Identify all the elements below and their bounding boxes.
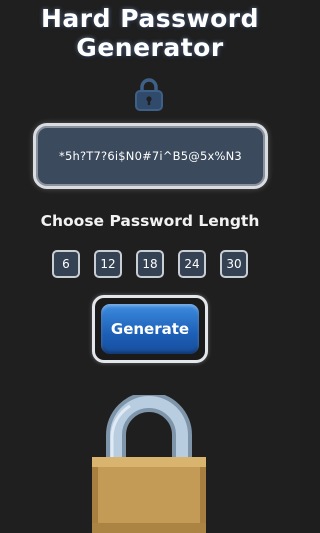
generate-button-frame: Generate (92, 295, 208, 363)
password-display[interactable]: *5h?T7?6i$N0#7i^B5@5x%N3 (33, 123, 268, 189)
length-option-30[interactable]: 30 (220, 250, 248, 278)
generated-password[interactable]: *5h?T7?6i$N0#7i^B5@5x%N3 (59, 149, 242, 163)
length-options: 6 12 18 24 30 (0, 250, 300, 278)
length-option-6[interactable]: 6 (52, 250, 80, 278)
length-option-24[interactable]: 24 (178, 250, 206, 278)
lock-icon (135, 78, 163, 111)
generate-button-label: Generate (110, 320, 190, 338)
padlock-illustration (92, 395, 206, 533)
app-title: Hard Password Generator (0, 4, 300, 62)
generate-button[interactable]: Generate (101, 304, 199, 354)
length-section-label: Choose Password Length (40, 212, 260, 230)
length-option-18[interactable]: 18 (136, 250, 164, 278)
length-option-12[interactable]: 12 (94, 250, 122, 278)
app-title-text: Hard Password Generator (41, 4, 259, 62)
app-screen: Hard Password Generator *5h?T7?6i$N0#7i^… (0, 0, 300, 533)
